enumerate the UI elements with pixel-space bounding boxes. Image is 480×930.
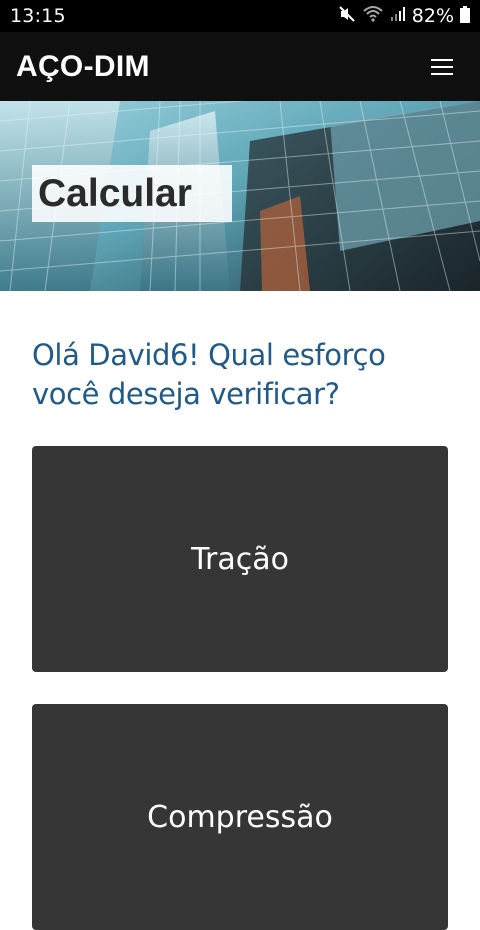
app-header: AÇO-DIM: [0, 32, 480, 101]
app-title: AÇO-DIM: [16, 49, 150, 83]
signal-icon: [390, 6, 406, 26]
hero-title-box: Calcular: [32, 165, 232, 222]
tracao-label: Tração: [191, 541, 289, 577]
page-title: Calcular: [38, 171, 192, 215]
battery-percent: 82%: [411, 5, 454, 27]
hero-banner: Calcular: [0, 101, 480, 291]
status-time: 13:15: [10, 5, 66, 27]
battery-icon: [460, 5, 470, 27]
compressao-button[interactable]: Compressão: [32, 704, 448, 930]
hamburger-menu-icon[interactable]: [420, 45, 464, 89]
mute-icon: [338, 5, 356, 27]
wifi-icon: [362, 5, 384, 27]
tracao-button[interactable]: Tração: [32, 446, 448, 672]
greeting-question: Olá David6! Qual esforço você deseja ver…: [32, 338, 386, 411]
compressao-label: Compressão: [147, 799, 333, 835]
status-icons: 82%: [338, 5, 470, 27]
status-bar: 13:15 82%: [0, 0, 480, 32]
